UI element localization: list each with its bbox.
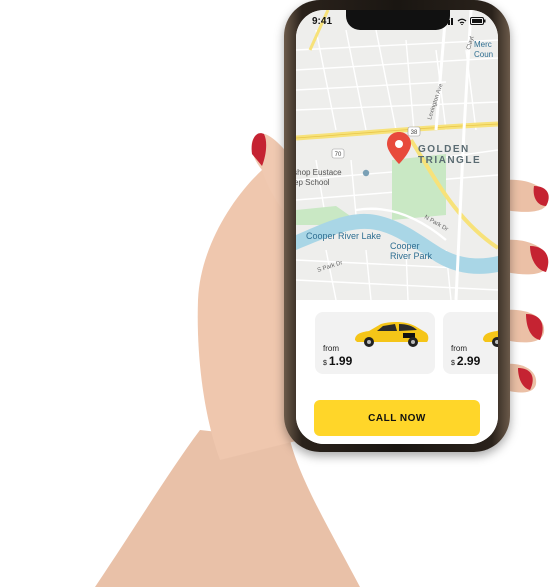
lake-label: Cooper River Lake [306,231,382,241]
wifi-icon [457,18,467,25]
currency-symbol: $ [451,360,455,367]
phone-screen: 70 38 Lexington Ave N Park Dr S Park Dr … [296,10,498,444]
price-value: 2.99 [456,354,481,368]
scene: 70 38 Lexington Ave N Park Dr S Park Dr … [0,0,553,587]
price-value: 1.99 [328,354,353,368]
route-38-label: 38 [411,130,418,136]
ride-option-card[interactable]: from $1.99 [315,312,435,374]
ride-sheet: from $1.99 from $2.99 CALL NOW [296,300,498,444]
school-label: Bishop Eustace Prep School [296,168,342,187]
from-label: from [451,344,467,353]
ride-price: $1.99 [323,354,352,368]
status-time: 9:41 [312,16,333,27]
river-park-line2: River Park [390,251,433,261]
currency-symbol: $ [323,360,327,367]
river-park-line1: Cooper [390,241,420,251]
taxi-car-icon [483,330,498,347]
call-now-button[interactable]: CALL NOW [314,400,480,436]
mercer-label: Merc Coun [474,40,494,59]
taxi-car-icon [355,321,429,347]
district-label-line2: TRIANGLE [418,155,482,166]
route-70-label: 70 [335,152,342,158]
from-label: from [323,344,339,353]
ride-price: $2.99 [451,354,480,368]
school-marker [362,169,370,177]
district-label-line1: GOLDEN [418,144,470,155]
phone-notch [346,10,450,30]
district-label: GOLDEN TRIANGLE [418,144,481,166]
ride-option-card[interactable]: from $2.99 [443,312,498,374]
battery-icon [470,17,486,25]
river-park-label: Cooper River Park [390,241,432,261]
